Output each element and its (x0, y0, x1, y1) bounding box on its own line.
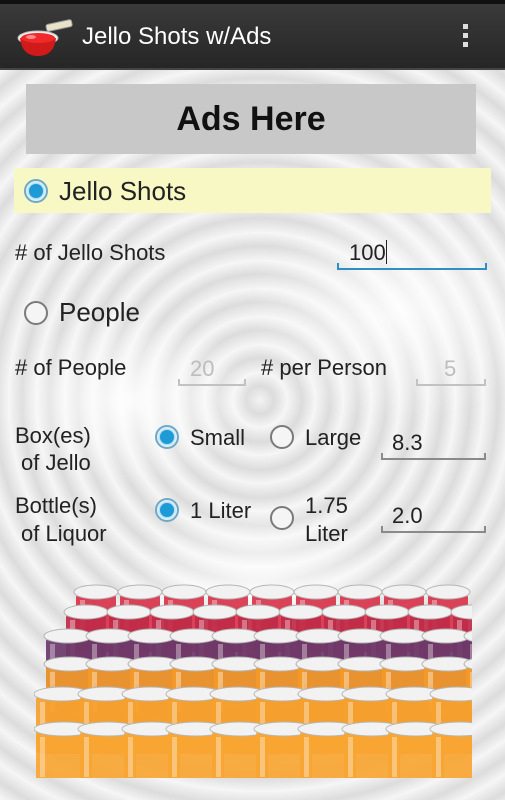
jello-shots-count-input[interactable]: 100 (337, 240, 487, 270)
jello-cup (429, 721, 472, 778)
app-title: Jello Shots w/Ads (82, 23, 272, 50)
jello-shots-count-label: # of Jello Shots (15, 240, 166, 265)
people-count-input[interactable]: 20 (178, 356, 246, 386)
box-large-label[interactable]: Large (305, 425, 361, 451)
people-radio[interactable] (24, 301, 48, 325)
jello-shots-image (34, 584, 472, 778)
bottles-label-line2: of Liquor (21, 521, 107, 546)
ad-banner[interactable]: Ads Here (26, 84, 476, 154)
per-person-value: 5 (444, 356, 457, 381)
bottles-result-field: 2.0 (381, 503, 486, 533)
per-person-input[interactable]: 5 (416, 356, 486, 386)
people-radio-label[interactable]: People (59, 297, 140, 328)
action-bar: Jello Shots w/Ads (0, 4, 505, 70)
people-count-label: # of People (15, 355, 127, 380)
bottles-label-line1: Bottle(s) (15, 493, 97, 518)
per-person-label: # per Person (261, 355, 387, 380)
box-small-radio[interactable] (155, 425, 179, 449)
bottles-result-value: 2.0 (392, 503, 423, 528)
bottle-1-75-label-line2[interactable]: Liter (305, 521, 348, 547)
jello-shots-radio[interactable] (24, 179, 48, 203)
box-large-radio[interactable] (270, 425, 294, 449)
boxes-label-line1: Box(es) (15, 423, 91, 448)
boxes-label-line2: of Jello (21, 450, 91, 475)
bottle-1-liter-radio[interactable] (155, 498, 179, 522)
box-small-label[interactable]: Small (190, 425, 245, 451)
jello-cup-icon[interactable] (16, 16, 74, 60)
bottle-1-liter-label[interactable]: 1 Liter (190, 498, 251, 524)
jello-shots-count-value: 100 (349, 240, 386, 265)
jello-shots-radio-label[interactable]: Jello Shots (59, 176, 186, 207)
boxes-result-field: 8.3 (381, 430, 486, 460)
overflow-menu-icon[interactable] (458, 20, 472, 56)
bottle-1-75-label-line1[interactable]: 1.75 (305, 493, 348, 519)
people-count-value: 20 (190, 356, 215, 381)
bottle-1-75-liter-radio[interactable] (270, 506, 294, 530)
boxes-result-value: 8.3 (392, 430, 423, 455)
